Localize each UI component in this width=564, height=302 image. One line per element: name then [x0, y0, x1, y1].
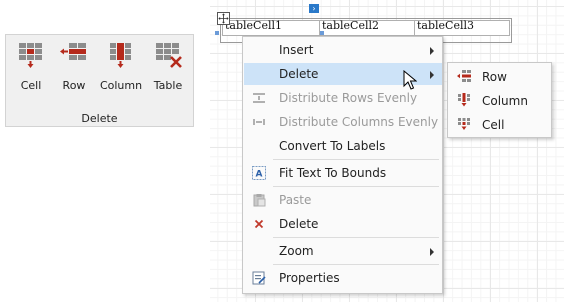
ribbon-button-label: Column: [99, 79, 143, 92]
selection-handle[interactable]: [320, 31, 324, 35]
ribbon-group-delete: Cell Row Column Table Delete: [5, 34, 194, 127]
menu-item-label: Fit Text To Bounds: [279, 166, 387, 180]
menu-item-label: Zoom: [279, 244, 314, 258]
ribbon-button-label: Table: [153, 79, 183, 92]
ribbon-button-label: Cell: [20, 79, 42, 92]
menu-item-label: Cell: [482, 118, 505, 132]
ribbon-delete-cell-button[interactable]: Cell: [11, 41, 51, 97]
delete-table-icon: [156, 43, 182, 68]
ribbon-delete-row-button[interactable]: Row: [54, 41, 94, 97]
delete-x-icon: [254, 219, 264, 229]
menu-item-label: Distribute Columns Evenly: [279, 115, 439, 129]
menu-item-label: Convert To Labels: [279, 139, 386, 153]
delete-cell-icon: [458, 118, 470, 130]
menu-item-label: Properties: [279, 271, 340, 285]
menu-separator: [273, 237, 439, 238]
menu-separator: [273, 186, 439, 187]
distribute-columns-icon: [253, 119, 265, 125]
menu-item-label: Paste: [279, 193, 312, 207]
distribute-rows-icon: [253, 93, 265, 103]
delete-submenu: Row Column Cell: [447, 62, 552, 138]
menu-item-delete[interactable]: Delete: [244, 213, 442, 235]
selection-handle[interactable]: [215, 31, 219, 35]
table-cell-3[interactable]: tableCell3: [417, 19, 474, 32]
smart-tag-button[interactable]: ›: [309, 4, 319, 13]
paste-icon: [253, 194, 266, 207]
menu-item-distribute-rows[interactable]: Distribute Rows Evenly: [244, 87, 442, 109]
menu-item-label: Column: [482, 94, 528, 108]
table-move-handle-icon[interactable]: [217, 12, 230, 25]
menu-item-label: Delete: [279, 217, 319, 231]
table-cell-2[interactable]: tableCell2: [322, 19, 379, 32]
menu-item-paste[interactable]: Paste: [244, 189, 442, 211]
table-cell-1[interactable]: tableCell1: [225, 19, 282, 32]
submenu-item-delete-row[interactable]: Row: [449, 65, 551, 87]
ribbon-group-caption: Delete: [81, 112, 118, 125]
menu-separator: [273, 264, 439, 265]
cell-divider: [414, 20, 415, 36]
menu-item-zoom[interactable]: Zoom: [244, 240, 442, 262]
submenu-item-delete-cell[interactable]: Cell: [449, 113, 551, 135]
menu-item-insert[interactable]: Insert: [244, 39, 442, 61]
svg-text:A: A: [256, 170, 263, 180]
mouse-pointer-icon: [403, 70, 417, 90]
menu-item-distribute-columns[interactable]: Distribute Columns Evenly: [244, 111, 442, 133]
submenu-arrow-icon: [430, 71, 434, 79]
ribbon-button-label: Row: [62, 79, 86, 92]
menu-item-fit-text-to-bounds[interactable]: A Fit Text To Bounds: [244, 162, 442, 184]
delete-row-icon: [60, 43, 86, 60]
submenu-item-delete-column[interactable]: Column: [449, 89, 551, 111]
properties-icon: [252, 271, 266, 285]
menu-item-convert-to-labels[interactable]: Convert To Labels: [244, 135, 442, 157]
menu-item-label: Insert: [279, 43, 314, 57]
delete-cell-icon: [19, 43, 42, 68]
delete-column-icon: [110, 43, 131, 68]
delete-column-icon: [458, 93, 470, 107]
menu-item-properties[interactable]: Properties: [244, 267, 442, 289]
delete-row-icon: [457, 70, 471, 82]
menu-item-label: Row: [482, 70, 507, 84]
menu-separator: [273, 159, 439, 160]
submenu-arrow-icon: [430, 47, 434, 55]
menu-item-label: Delete: [279, 67, 319, 81]
menu-item-label: Distribute Rows Evenly: [279, 91, 418, 105]
ribbon-delete-table-button[interactable]: Table: [148, 41, 188, 97]
ribbon-delete-column-button[interactable]: Column: [99, 41, 143, 97]
submenu-arrow-icon: [430, 248, 434, 256]
fit-text-icon: A: [252, 166, 266, 180]
